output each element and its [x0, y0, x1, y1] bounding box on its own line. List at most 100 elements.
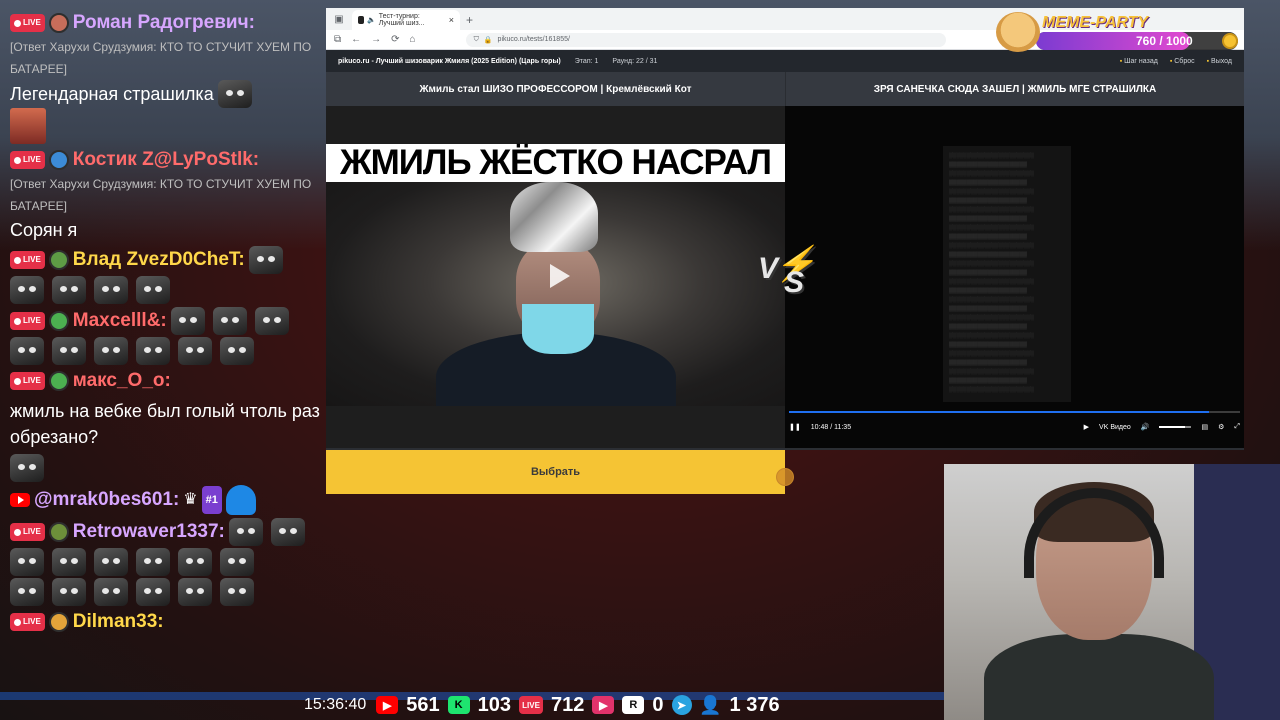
chat-nick: @mrak0bes601:: [34, 489, 180, 510]
url-field[interactable]: ⛉ 🔒 pikuco.ru/tests/161855/: [465, 32, 946, 47]
chat-message: LIVE Влад ZvezD0CheT:: [10, 246, 322, 304]
vk-live-icon: LIVE: [10, 151, 45, 169]
ghost-emote-icon: [225, 485, 256, 515]
clock: 15:36:40: [304, 696, 367, 713]
site-header: pikuco.ru - Лучший шизоварик Жмиля (2025…: [326, 50, 1244, 72]
forward-icon[interactable]: →: [371, 34, 381, 45]
step-back-button[interactable]: Шаг назад: [1120, 58, 1158, 65]
youtube-icon: ▶: [376, 696, 399, 714]
cat-emote-icon: [10, 337, 44, 365]
vk-video-label[interactable]: VK Видео: [1099, 424, 1131, 431]
browser-window: ▣ 🔈 Тест-турнир: Лучший шиз... × + ⧉ ← →…: [326, 8, 1244, 494]
left-player[interactable]: ЖМИЛЬ ЖЁСТКО НАСРАЛ: [326, 106, 785, 448]
rumble-icon: R: [622, 696, 645, 714]
settings-gear-icon[interactable]: ⚙: [1218, 423, 1224, 431]
fullscreen-icon[interactable]: ⤢: [1234, 423, 1240, 431]
cat-emote-icon: [220, 548, 254, 576]
cat-emote-icon: [52, 337, 86, 365]
cat-emote-icon: [270, 518, 305, 546]
chat-nick: Retrowaver1337:: [72, 521, 225, 542]
chat-panel: LIVE Роман Радогревич: [Ответ Харухи Сру…: [10, 10, 322, 690]
thumbnail-banner: ЖМИЛЬ ЖЁСТКО НАСРАЛ: [326, 144, 785, 182]
chat-nick: макс_О_о:: [72, 370, 171, 391]
back-icon[interactable]: ←: [351, 34, 361, 45]
meme-party-count: 760 / 1000: [1136, 34, 1193, 48]
site-favicon-icon: [358, 16, 365, 24]
vk-live-icon: LIVE: [10, 14, 45, 32]
new-tab-icon[interactable]: +: [466, 13, 473, 27]
avatar: [48, 250, 69, 270]
chat-message: LIVE Dilman33:: [10, 609, 322, 635]
video-controls: ❚❚ 10:48 / 11:35 ▶ VK Видео 🔊 ▤ ⚙ ⤢: [789, 416, 1240, 438]
sidebar-toggle-icon[interactable]: ⧉: [334, 34, 341, 45]
avatar: [48, 311, 69, 331]
kick-viewers: 103: [477, 693, 512, 716]
cat-emote-icon: [220, 337, 254, 365]
cat-emote-icon: [248, 246, 283, 274]
video-progress-bar[interactable]: [789, 411, 1240, 413]
vk-live-icon: LIVE: [10, 372, 45, 390]
cat-emote-icon: [178, 548, 212, 576]
cat-emote-icon: [170, 307, 205, 335]
reload-icon[interactable]: ⟳: [391, 34, 399, 45]
vk-video-icon[interactable]: ▶: [1084, 423, 1089, 431]
vk-live-icon: LIVE: [519, 696, 544, 714]
right-player[interactable]: ░░░░░░░░░░░░░░░░░░░░░░░░ ▒▒▒▒▒▒▒▒▒▒▒▒▒▒▒▒…: [785, 106, 1244, 448]
site-title[interactable]: pikuco.ru - Лучший шизоварик Жмиля (2025…: [338, 58, 561, 65]
chat-message: LIVE Роман Радогревич: [Ответ Харухи Сру…: [10, 10, 322, 144]
cat-emote-icon: [136, 548, 170, 576]
pause-icon[interactable]: ❚❚: [789, 423, 801, 431]
duel-players: ЖМИЛЬ ЖЁСТКО НАСРАЛ ░░░░░░░░░░░░░░░░░░░░…: [326, 106, 1244, 448]
close-tab-icon[interactable]: ×: [449, 15, 454, 25]
cat-emote-icon: [136, 337, 170, 365]
url-text: pikuco.ru/tests/161855/: [497, 36, 570, 43]
crown-icon: ♛: [183, 491, 198, 508]
vs-v: V: [758, 252, 779, 285]
shield-icon: ⛉: [473, 35, 479, 43]
volume-icon[interactable]: 🔊: [1141, 423, 1150, 431]
vk-live-icon: LIVE: [10, 613, 45, 631]
vk-live-viewers: 712: [551, 693, 585, 716]
chat-reply: [Ответ Харухи Срудзумия: КТО ТО СТУЧИТ Х…: [10, 177, 312, 213]
chat-nick: Maxcelll&:: [72, 310, 167, 331]
coin-icon: [1222, 33, 1238, 49]
rank-badge: #1: [201, 486, 222, 514]
home-icon[interactable]: ⌂: [410, 34, 416, 45]
stream-stage: LIVE Роман Радогревич: [Ответ Харухи Сру…: [0, 0, 1280, 720]
cat-emote-icon: [228, 518, 263, 546]
cat-emote-icon: [178, 337, 212, 365]
streamer-shirt: [984, 634, 1214, 720]
webcam-feed: [944, 464, 1280, 720]
tab-title: Тест-турнир: Лучший шиз...: [378, 13, 425, 27]
subtitles-icon[interactable]: ▤: [1201, 423, 1208, 431]
left-video-thumbnail[interactable]: [326, 182, 785, 406]
stage-label: Этап: 1: [574, 57, 599, 65]
play-icon[interactable]: [544, 262, 572, 290]
meme-party-label: MEME-PARTY: [1042, 14, 1149, 31]
right-video-title: ЗРЯ САНЕЧКА СЮДА ЗАШЕЛ | ЖМИЛЬ МГЕ СТРАШ…: [785, 72, 1244, 106]
cat-emote-icon: [10, 454, 44, 482]
meme-party-widget: MEME-PARTY 760 / 1000: [996, 12, 1246, 52]
youtube-viewers: 561: [406, 693, 440, 716]
chat-message: LIVE Retrowaver1337:: [10, 518, 322, 606]
exit-button[interactable]: Выход: [1207, 58, 1232, 65]
foil-hat-icon: [510, 182, 598, 252]
tab-list-icon[interactable]: ▣: [332, 12, 346, 26]
cat-emote-icon: [10, 578, 44, 606]
cat-emote-icon: [94, 548, 128, 576]
cat-emote-icon: [94, 337, 128, 365]
video-progress-fill: [789, 411, 1210, 413]
cat-emote-icon: [10, 548, 44, 576]
vk-live-icon: LIVE: [10, 523, 45, 541]
chat-message: @mrak0bes601: ♛ #1: [10, 485, 322, 515]
cat-emote-icon: [10, 276, 44, 304]
cat-emote-icon: [212, 307, 247, 335]
speaker-icon: 🔈: [367, 17, 376, 24]
browser-tab[interactable]: 🔈 Тест-турнир: Лучший шиз... ×: [352, 10, 460, 30]
kick-icon: K: [447, 696, 470, 714]
reset-button[interactable]: Сброс: [1170, 58, 1194, 65]
volume-slider[interactable]: [1159, 426, 1192, 428]
choose-button[interactable]: Выбрать: [326, 450, 785, 494]
chat-nick: Костик Z@LyPoStlk:: [72, 149, 260, 170]
chat-message: LIVE Костик Z@LyPoStlk: [Ответ Харухи Ср…: [10, 147, 322, 243]
